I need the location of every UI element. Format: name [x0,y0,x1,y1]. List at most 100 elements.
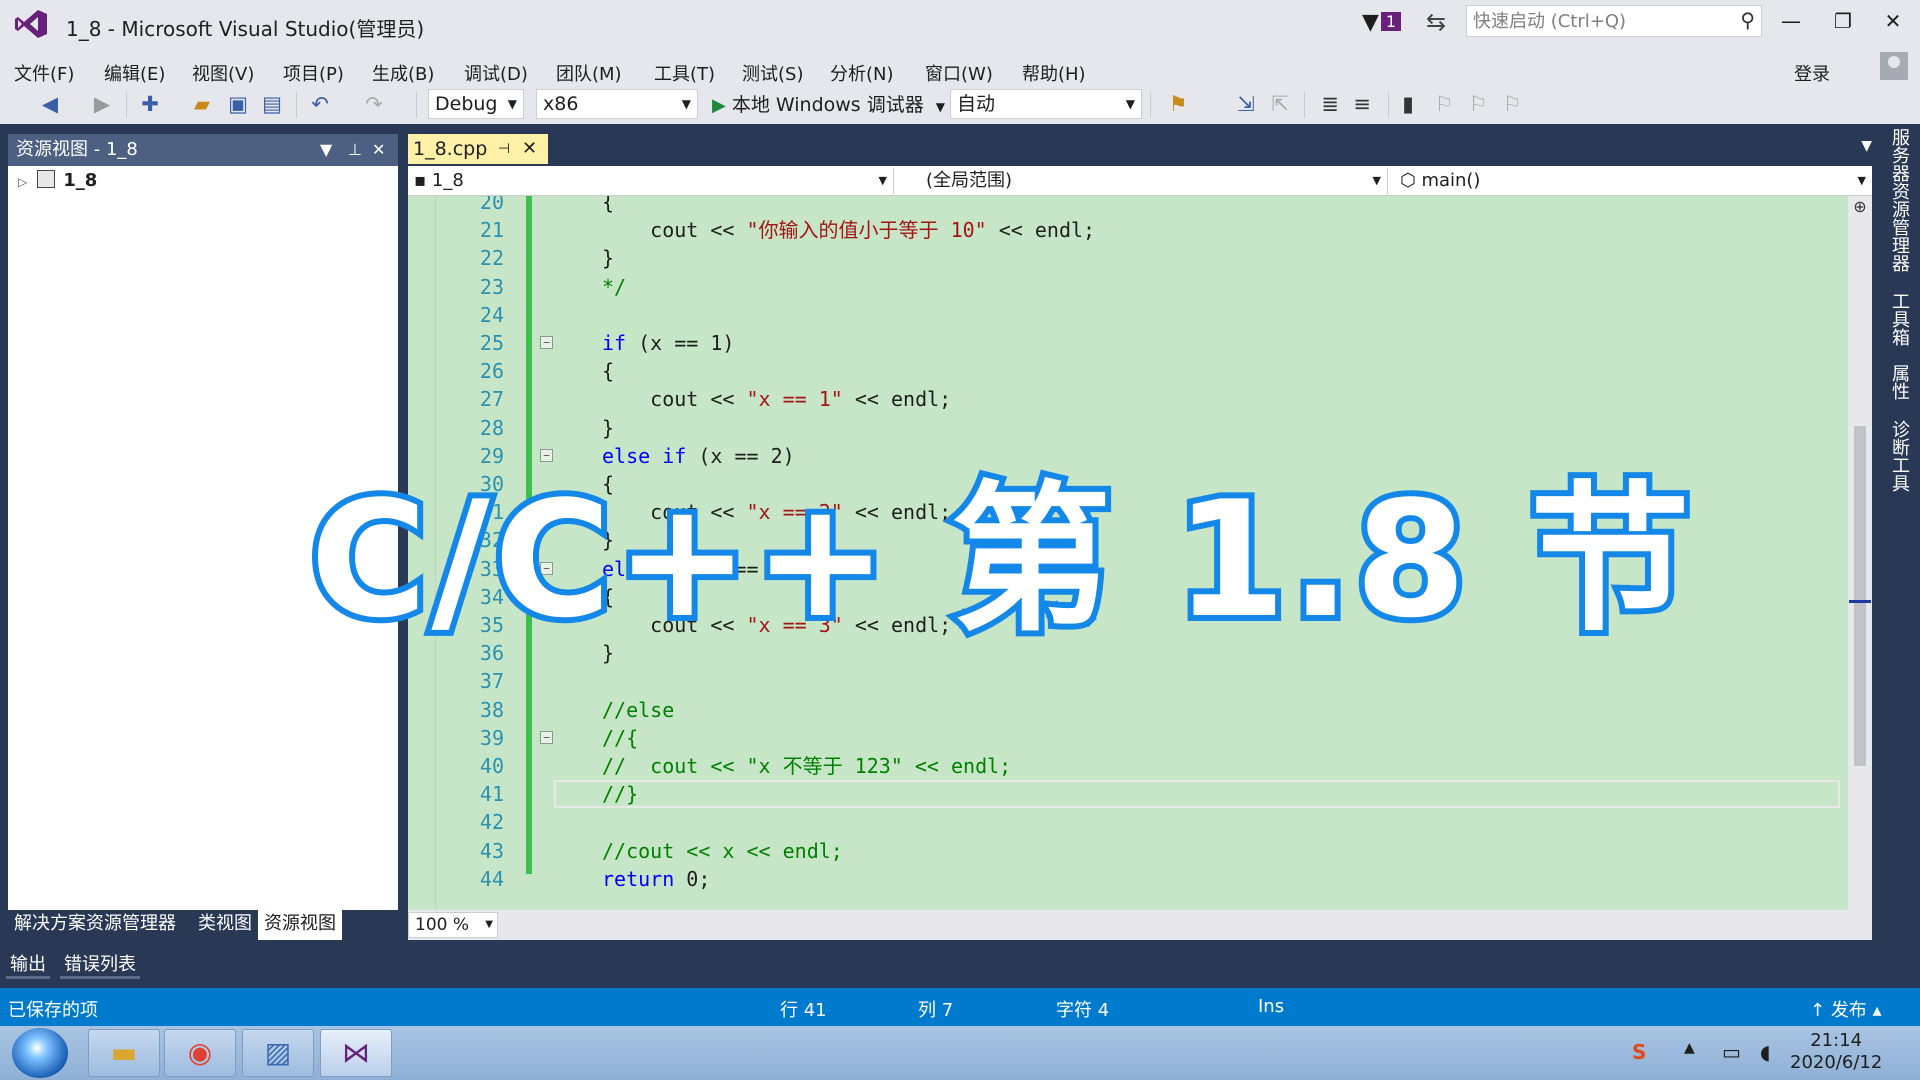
tab-class-view[interactable]: 类视图 [192,910,258,940]
restore-button[interactable]: ❐ [1820,6,1866,36]
chrome-taskbar-icon[interactable]: ◉ [164,1029,236,1077]
taskbar-clock[interactable]: 21:14 2020/6/12 [1790,1030,1882,1074]
code-line[interactable]: 24 [408,301,1848,329]
configuration-select[interactable]: Debug ▼ [428,89,524,119]
code-line[interactable]: 38 //else [408,696,1848,724]
indent-icon[interactable]: ≣ [1316,89,1344,119]
outdent-icon[interactable]: ≡ [1348,89,1376,119]
bookmark-icon[interactable]: ▮ [1394,89,1422,119]
minimize-button[interactable]: — [1768,6,1814,36]
code-line[interactable]: 39 − //{ [408,724,1848,752]
notepad-taskbar-icon[interactable]: ▨ [242,1029,314,1077]
tray-expand-icon[interactable]: ▲ [1684,1040,1695,1056]
project-dropdown[interactable]: ▪ 1_8 ▼ [408,168,894,194]
collapse-icon[interactable]: − [540,448,553,462]
tab-error-list[interactable]: 错误列表 [60,950,140,979]
chevron-down-icon[interactable]: ▼ [936,100,945,114]
close-window-button[interactable]: ✕ [1870,6,1916,36]
expand-icon[interactable]: ▷ [18,175,27,189]
menu-debug[interactable]: 调试(D) [464,60,528,86]
code-line[interactable]: 26 { [408,357,1848,385]
code-line[interactable]: 27 cout << "x == 1" << endl; [408,385,1848,413]
tab-resource-view[interactable]: 资源视图 [258,910,342,940]
find-icon[interactable]: ⚑ [1164,89,1192,119]
menu-file[interactable]: 文件(F) [14,60,74,86]
menu-build[interactable]: 生成(B) [372,60,434,86]
code-line[interactable]: 25 − if (x == 1) [408,329,1848,357]
code-line[interactable]: 42 [408,808,1848,836]
code-line[interactable]: 22} [408,244,1848,272]
next-bookmark-icon[interactable]: ⚐ [1464,89,1492,119]
code-line[interactable]: 37 [408,667,1848,695]
menu-window[interactable]: 窗口(W) [925,60,993,86]
undo-icon[interactable]: ↶ [306,89,334,119]
close-icon[interactable]: ✕ [372,134,385,166]
menu-analyze[interactable]: 分析(N) [830,60,894,86]
quick-launch[interactable]: ⚲ [1466,5,1762,37]
close-icon[interactable]: ✕ [522,134,537,164]
scrollbar-thumb[interactable] [1854,426,1866,766]
menu-test[interactable]: 测试(S) [742,60,803,86]
menu-tools[interactable]: 工具(T) [654,60,715,86]
document-tab[interactable]: 1_8.cpp ⊣ ✕ [408,134,548,164]
code-line[interactable]: 44 return 0; [408,865,1848,893]
platform-select[interactable]: x86 ▼ [536,89,698,119]
code-line[interactable]: 41//} [408,780,1848,809]
step-icon[interactable]: ⇲ [1232,89,1260,119]
collapse-icon[interactable]: − [540,336,553,349]
publish-button[interactable]: ↑ 发布 ▴ [1810,996,1882,1022]
prev-bookmark-icon[interactable]: ⚐ [1430,89,1458,119]
feedback-icon[interactable]: ⇆ [1426,8,1446,36]
back-icon[interactable]: ◀ [36,89,64,119]
step-out-icon[interactable]: ⇱ [1266,89,1294,119]
tab-solution-explorer[interactable]: 解决方案资源管理器 [8,910,182,940]
code-line[interactable]: 23 */ [408,273,1848,301]
ime-icon[interactable]: S [1632,1040,1646,1064]
visual-studio-taskbar-icon[interactable]: ⋈ [320,1029,392,1077]
forward-icon[interactable]: ▶ [88,89,116,119]
menu-help[interactable]: 帮助(H) [1022,60,1086,86]
panel-menu-icon[interactable]: ▼ [320,134,332,166]
save-icon[interactable]: ▣ [224,89,252,119]
code-line[interactable]: 20 { [408,196,1848,216]
tab-toolbox[interactable]: 工具箱 [1886,292,1912,346]
search-icon[interactable]: ⚲ [1740,8,1755,32]
code-line[interactable]: 40 // cout << "x 不等于 123" << endl; [408,752,1848,780]
clear-bookmarks-icon[interactable]: ⚐ [1498,89,1526,119]
menu-project[interactable]: 项目(P) [283,60,344,86]
open-file-icon[interactable]: ▰ [188,89,216,119]
start-button[interactable] [12,1028,68,1078]
redo-icon[interactable]: ↷ [360,89,388,119]
tab-diagnostic-tools[interactable]: 诊断工具 [1886,420,1912,492]
login-link[interactable]: 登录 [1794,60,1830,86]
menu-team[interactable]: 团队(M) [556,60,622,86]
volume-icon[interactable]: ◖ [1760,1040,1771,1064]
menu-edit[interactable]: 编辑(E) [104,60,165,86]
tab-properties[interactable]: 属性 [1886,364,1912,400]
tab-output[interactable]: 输出 [6,950,50,979]
scope-dropdown[interactable]: (全局范围) ▼ [900,168,1388,194]
tab-server-explorer[interactable]: 服务器资源管理器 [1886,128,1912,272]
tree-root-item[interactable]: ▷ 1_8 [18,170,97,191]
new-project-icon[interactable]: ✚ [136,89,164,119]
code-line[interactable]: 21 cout << "你输入的值小于等于 10" << endl; [408,216,1848,244]
vertical-scrollbar[interactable] [1848,196,1872,910]
collapse-icon[interactable]: − [540,730,553,744]
network-icon[interactable]: ▭ [1722,1040,1741,1064]
code-line[interactable]: 43 //cout << x << endl; [408,837,1848,865]
tab-overflow-icon[interactable]: ▼ [1861,138,1872,154]
pin-icon[interactable]: ⊣ [498,134,510,164]
solution-config-select[interactable]: 自动 ▼ [950,89,1142,119]
save-all-icon[interactable]: ▤ [258,89,286,119]
quick-launch-input[interactable] [1467,6,1717,36]
pin-icon[interactable]: ⊥ [348,134,362,166]
split-editor-icon[interactable]: ⊕ [1850,198,1870,218]
notifications-button[interactable]: ▼ 1 [1362,10,1402,35]
code-line[interactable]: 28} [408,414,1848,442]
function-dropdown[interactable]: ⬡ main() ▼ [1394,168,1872,194]
account-avatar[interactable] [1880,52,1908,80]
zoom-dropdown[interactable]: 100 % ▼ [408,912,498,938]
start-debugging-button[interactable]: ▶ 本地 Windows 调试器 ▼ [712,90,945,120]
menu-view[interactable]: 视图(V) [192,60,254,86]
explorer-taskbar-icon[interactable]: ▬ [88,1029,160,1077]
